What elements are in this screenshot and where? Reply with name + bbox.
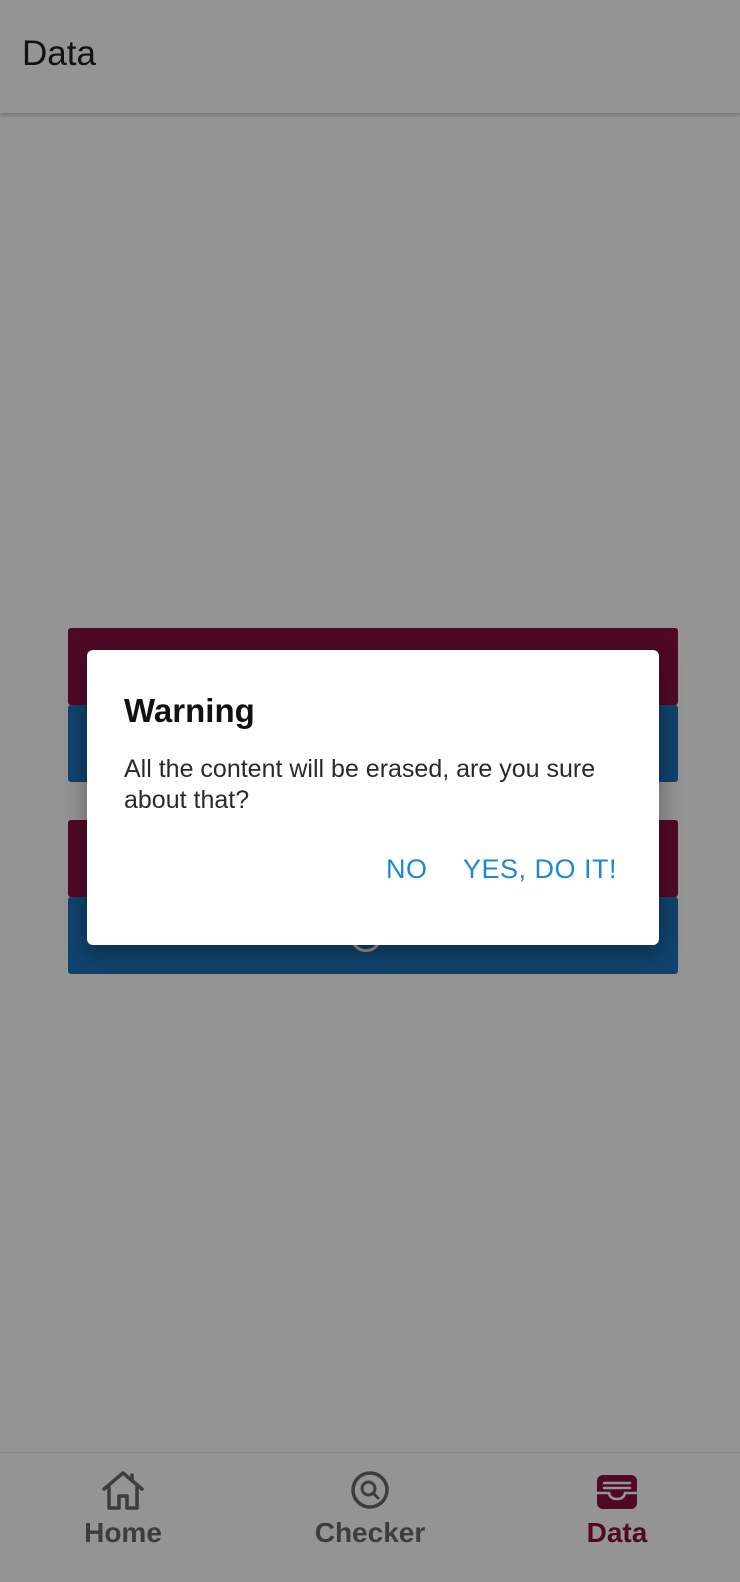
dialog-message: All the content will be erased, are you …	[124, 755, 596, 814]
yes-button[interactable]: YES, DO IT!	[463, 854, 617, 896]
warning-dialog: Warning All the content will be erased, …	[87, 650, 659, 945]
no-button[interactable]: NO	[386, 854, 428, 896]
dialog-title: Warning	[124, 692, 255, 729]
